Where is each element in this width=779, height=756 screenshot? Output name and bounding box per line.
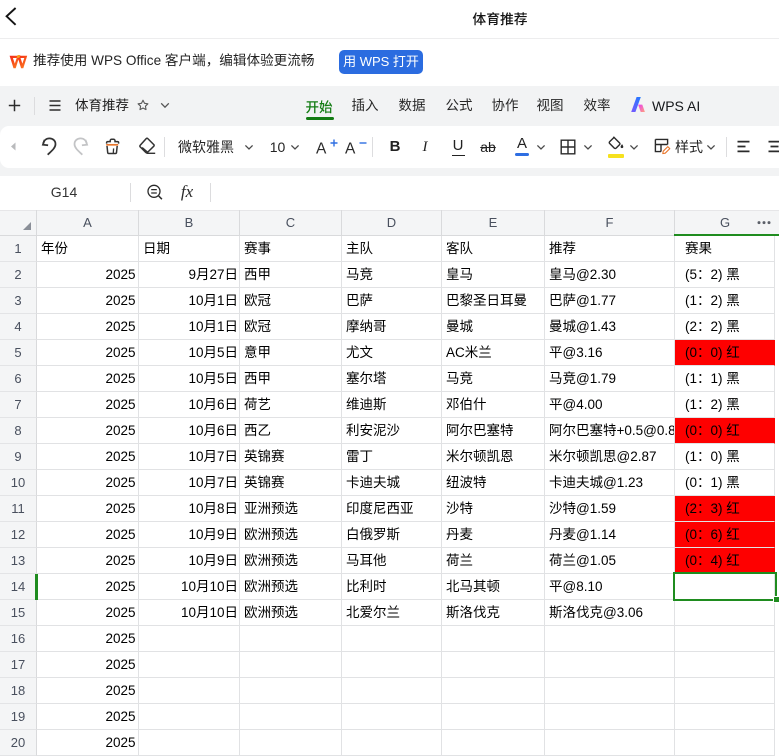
svg-text:A: A: [345, 141, 356, 157]
svg-text:A: A: [316, 141, 327, 157]
